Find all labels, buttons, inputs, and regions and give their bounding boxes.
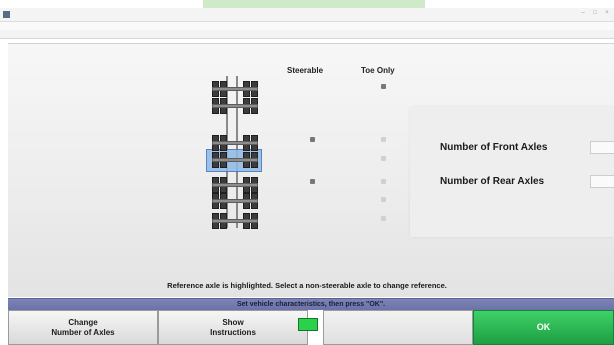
toe-only-checkbox[interactable] xyxy=(381,137,386,142)
axle-5[interactable] xyxy=(212,177,258,193)
axle-1[interactable] xyxy=(212,81,258,97)
change-number-of-axles-button[interactable]: Change Number of Axles xyxy=(8,310,158,345)
axle-beam xyxy=(212,158,258,162)
ok-button[interactable]: OK xyxy=(473,310,614,345)
title-bar: – □ × xyxy=(0,8,614,22)
toe-only-column-header: Toe Only xyxy=(361,66,395,75)
axle-2[interactable] xyxy=(212,98,258,114)
window-top-accent xyxy=(203,0,425,8)
axle-beam xyxy=(212,183,258,187)
rear-axles-field[interactable] xyxy=(590,175,614,188)
steerable-column-header: Steerable xyxy=(287,66,324,75)
toe-only-checkbox[interactable] xyxy=(381,156,386,161)
sub-bar xyxy=(0,30,614,39)
front-axles-label: Number of Front Axles xyxy=(440,142,548,153)
steerable-checkbox[interactable] xyxy=(310,179,315,184)
axle-beam xyxy=(212,104,258,108)
toe-only-checkbox[interactable] xyxy=(381,197,386,202)
reference-axle-note: Reference axle is highlighted. Select a … xyxy=(167,281,447,290)
status-bar: Set vehicle characteristics, then press … xyxy=(8,298,614,310)
status-text: Set vehicle characteristics, then press … xyxy=(236,301,386,308)
toe-only-checkbox[interactable] xyxy=(381,179,386,184)
steerable-checkbox[interactable] xyxy=(310,137,315,142)
axle-beam xyxy=(212,87,258,91)
axle-4[interactable] xyxy=(212,152,258,168)
axle-beam xyxy=(212,199,258,203)
status-indicator-light xyxy=(298,318,318,331)
menu-bar xyxy=(0,22,614,30)
axle-3[interactable] xyxy=(212,135,258,151)
maximize-icon[interactable]: □ xyxy=(590,10,600,16)
blank-function-button[interactable] xyxy=(323,310,473,345)
axle-7[interactable] xyxy=(212,213,258,229)
toe-only-checkbox[interactable] xyxy=(381,84,386,89)
axle-6[interactable] xyxy=(212,193,258,209)
axle-beam xyxy=(212,219,258,223)
app-icon xyxy=(3,11,10,18)
axle-beam xyxy=(212,141,258,145)
minimize-icon[interactable]: – xyxy=(578,10,588,16)
front-axles-field[interactable] xyxy=(590,141,614,154)
show-instructions-button[interactable]: Show Instructions xyxy=(158,310,308,345)
toe-only-checkbox[interactable] xyxy=(381,216,386,221)
rear-axles-label: Number of Rear Axles xyxy=(440,176,545,187)
close-icon[interactable]: × xyxy=(602,10,612,16)
axle-count-panel: Number of Front Axles Number of Rear Axl… xyxy=(410,107,614,237)
